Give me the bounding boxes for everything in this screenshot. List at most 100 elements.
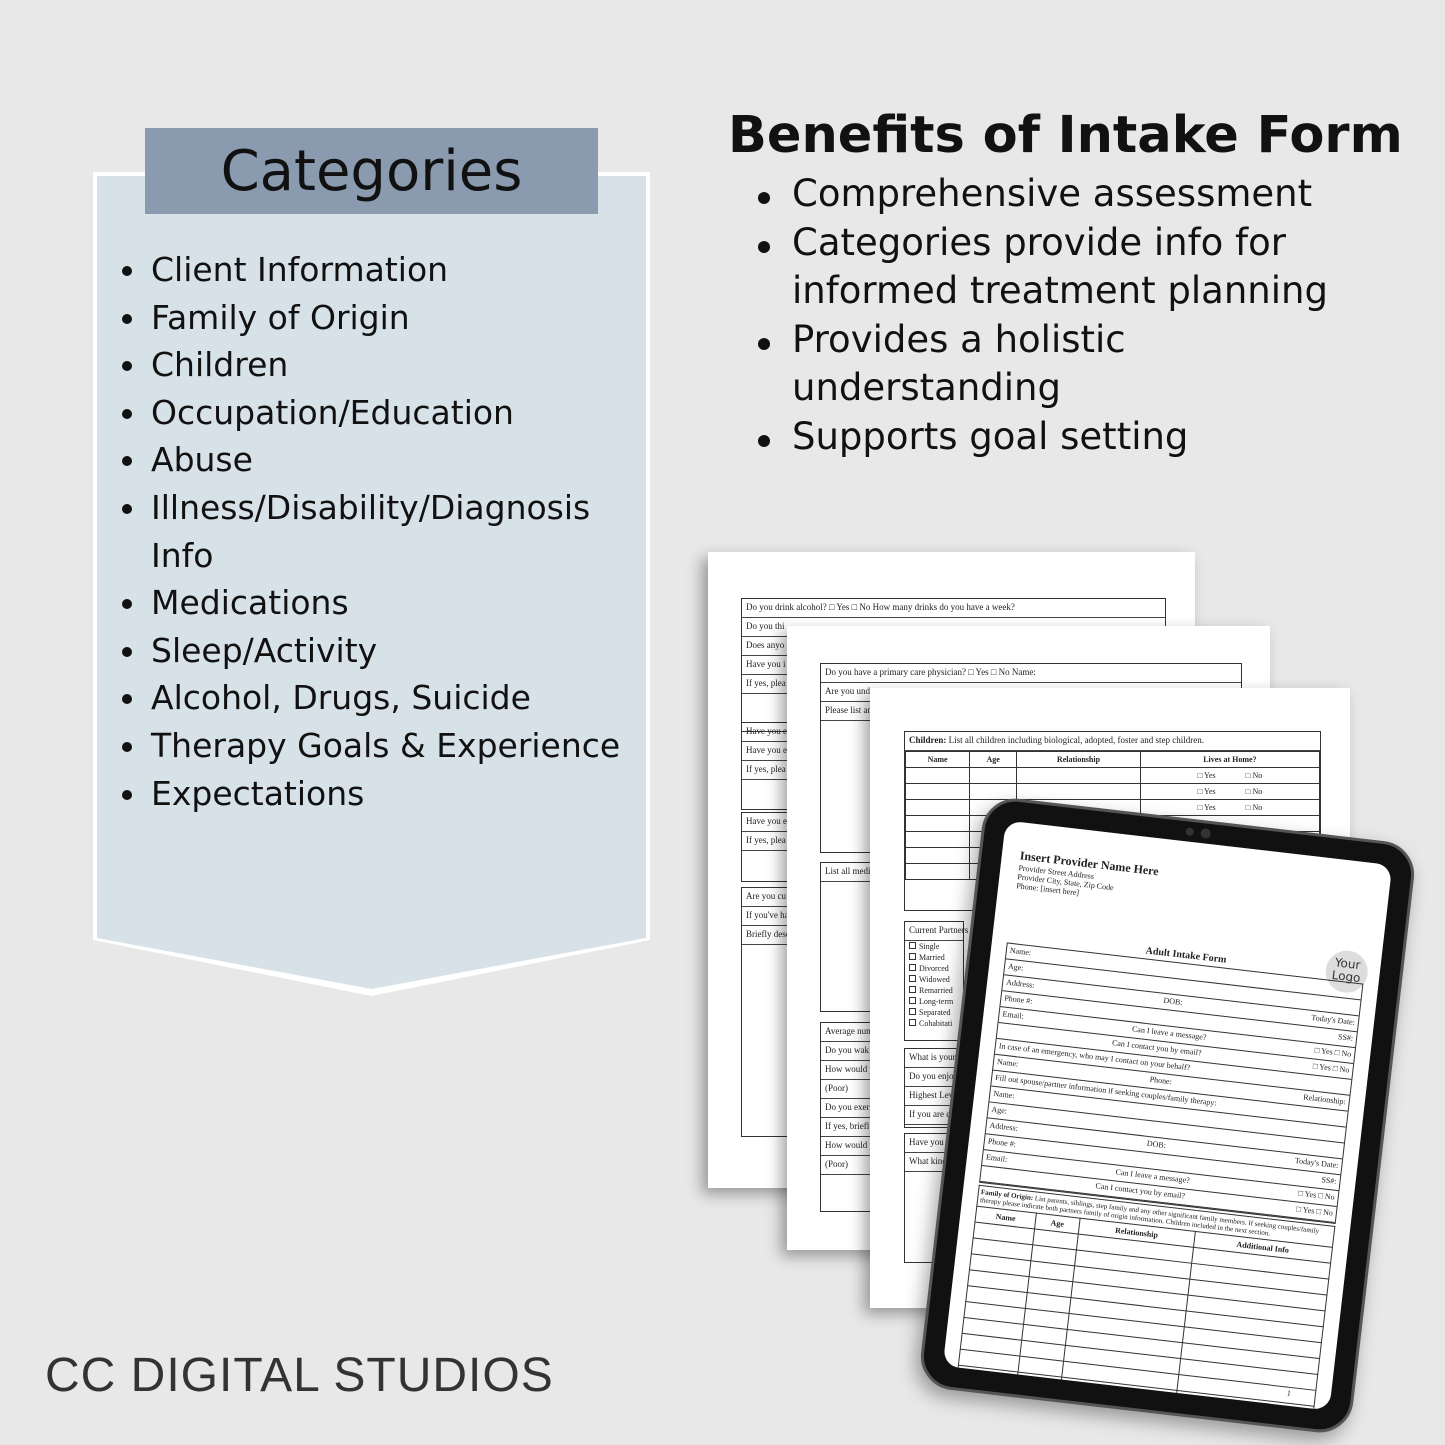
children-title: Children:	[909, 735, 947, 745]
benefits-list: Comprehensive assessment Categories provi…	[756, 170, 1396, 461]
field-label	[1280, 1106, 1281, 1117]
field-label: Address:	[989, 1120, 1019, 1133]
category-item: Abuse	[118, 436, 638, 484]
table-cell: □ Yes □ No	[1139, 783, 1321, 800]
category-item: Family of Origin	[118, 294, 638, 342]
checkbox[interactable]	[909, 997, 916, 1004]
table-row: □ Yes □ No	[904, 783, 1321, 800]
field-label	[1178, 1110, 1179, 1121]
checkbox[interactable]	[909, 986, 916, 993]
checkbox[interactable]	[909, 942, 916, 949]
table-cell	[969, 767, 1018, 784]
checkbox[interactable]	[909, 1008, 916, 1015]
field-label: □ Yes □ No	[1314, 1045, 1352, 1059]
table-cell	[904, 783, 971, 800]
status-label: Cohabitati	[919, 1019, 953, 1028]
table-cell	[904, 831, 971, 848]
table-cell	[904, 799, 971, 816]
checkbox[interactable]	[909, 975, 916, 982]
field-label: Phone:	[1149, 1074, 1173, 1087]
category-item: Children	[118, 341, 638, 389]
field-label	[1347, 1082, 1348, 1093]
category-item: Occupation/Education	[118, 389, 638, 437]
field-label: Age:	[1007, 961, 1025, 973]
checkbox[interactable]	[909, 1019, 916, 1026]
field-label	[1168, 1157, 1169, 1168]
tablet-device: Insert Provider Name Here Provider Stree…	[917, 794, 1418, 1437]
children-desc: List all children including biological, …	[948, 735, 1205, 745]
field-label	[1356, 1002, 1357, 1013]
field-label	[1339, 1145, 1340, 1156]
field-label	[983, 1168, 984, 1179]
table-cell: □ Yes □ No	[1139, 767, 1321, 784]
field-label: Name:	[1009, 945, 1032, 958]
camera-icon	[1185, 827, 1195, 837]
checkbox[interactable]	[909, 953, 916, 960]
partners-label: Current Partners Na	[905, 922, 981, 941]
status-option: Long-term	[905, 996, 963, 1007]
status-option: Widowed	[905, 974, 963, 985]
yes-option: □ Yes	[1197, 803, 1216, 812]
yes-option: □ Yes	[1197, 787, 1216, 796]
category-item: Medications	[118, 579, 638, 627]
field-label: Email:	[985, 1152, 1008, 1164]
field-label: DOB:	[1146, 1138, 1167, 1150]
field-label: Today's Date:	[1294, 1155, 1339, 1170]
category-item: Illness/Disability/Diagnosis Info	[118, 484, 638, 579]
field-label: □ Yes □ No	[1312, 1061, 1350, 1075]
no-option: □ No	[1245, 803, 1263, 812]
field-label	[1189, 983, 1190, 994]
form-row: Do you drink alcohol? □ Yes □ No How man…	[742, 599, 1165, 618]
categories-list: Client Information Family of Origin Childr…	[118, 246, 638, 817]
status-option: Cohabitati	[905, 1018, 963, 1029]
category-item: Therapy Goals & Experience	[118, 722, 638, 770]
benefit-item: Comprehensive assessment	[756, 170, 1396, 219]
field-label: □ Yes □ No	[1295, 1204, 1334, 1218]
table-cell	[904, 815, 971, 832]
field-label	[1341, 1129, 1342, 1140]
no-option: □ No	[1245, 771, 1263, 780]
field-label: □ Yes □ No	[1297, 1188, 1336, 1202]
column-header: Lives at Home?	[1139, 751, 1321, 768]
benefits-title: Benefits of Intake Form	[728, 106, 1403, 165]
table-cell	[969, 783, 1018, 800]
table-cell	[904, 863, 971, 880]
camera-icon	[1200, 827, 1212, 840]
column-header: Relationship	[1016, 751, 1141, 768]
checkbox[interactable]	[909, 964, 916, 971]
table-header: Name Age Relationship Lives at Home?	[904, 751, 1321, 768]
field-label: SS#:	[1320, 1175, 1338, 1186]
benefit-item: Supports goal setting	[756, 413, 1396, 462]
status-option: Remarried	[905, 985, 963, 996]
status-option: Separated	[905, 1007, 963, 1018]
field-label	[1194, 967, 1195, 978]
tablet-screen: Insert Provider Name Here Provider Stree…	[942, 820, 1393, 1411]
benefit-item: Categories provide info for informed tre…	[756, 219, 1396, 316]
category-item: Expectations	[118, 770, 638, 818]
column-header: Age	[969, 751, 1018, 768]
field-label: Today's Date:	[1310, 1012, 1356, 1027]
status-option: Married	[905, 952, 963, 963]
categories-title: Categories	[145, 128, 598, 214]
brand-name: CC DIGITAL STUDIOS	[45, 1349, 554, 1402]
status-option: Divorced	[905, 963, 963, 974]
category-item: Client Information	[118, 246, 638, 294]
no-option: □ No	[1245, 787, 1263, 796]
category-item: Alcohol, Drugs, Suicide	[118, 674, 638, 722]
table-cell	[1016, 783, 1141, 800]
status-label: Single	[919, 942, 940, 951]
category-item: Sleep/Activity	[118, 627, 638, 675]
field-label: Address:	[1005, 977, 1036, 990]
field-label: Phone #:	[987, 1136, 1017, 1149]
field-label: Age:	[991, 1104, 1008, 1116]
benefit-item: Provides a holistic understanding	[756, 316, 1396, 413]
field-label: Email:	[1002, 1009, 1025, 1021]
form-row: Do you have a primary care physician? □ …	[821, 664, 1241, 683]
table-cell	[904, 767, 971, 784]
field-label	[1173, 1126, 1174, 1137]
field-label	[1268, 1072, 1269, 1083]
status-label: Separated	[919, 1008, 951, 1017]
field-label: Name:	[996, 1057, 1019, 1069]
field-label: SS#:	[1337, 1032, 1354, 1043]
field-label	[1185, 1014, 1186, 1025]
